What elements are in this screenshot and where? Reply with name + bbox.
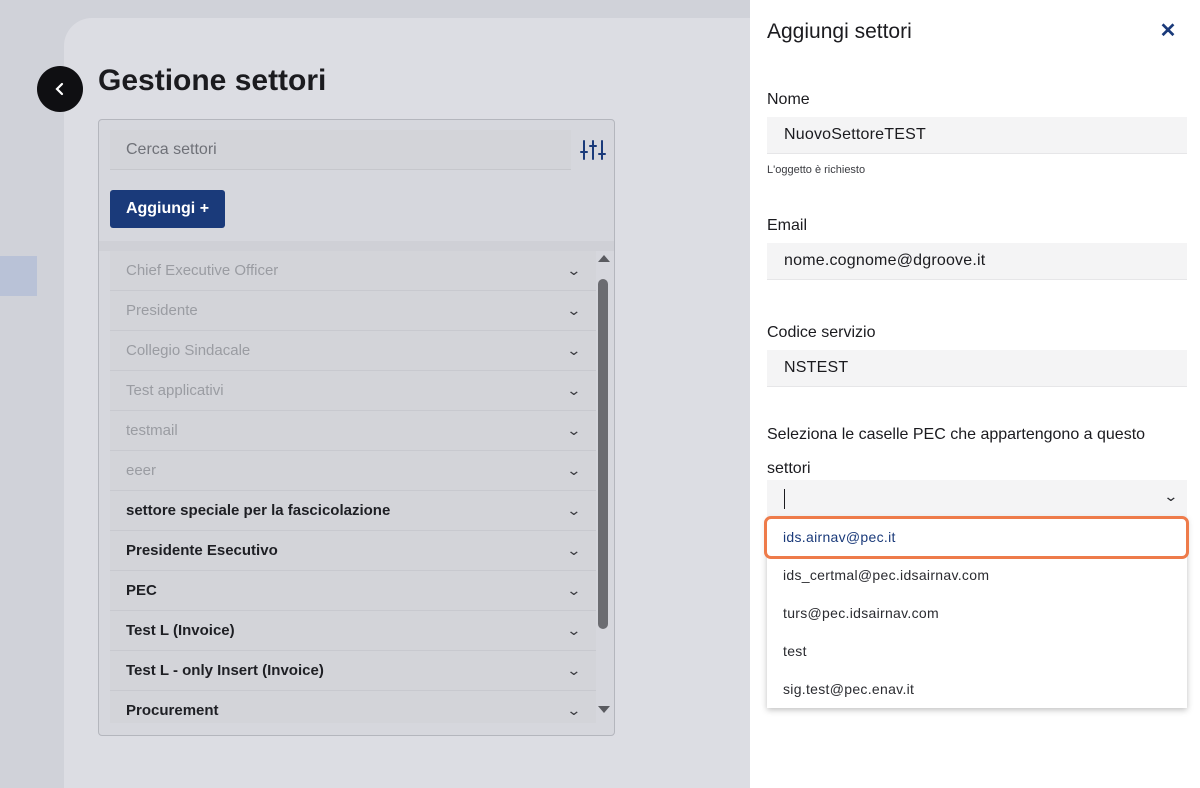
add-button[interactable]: Aggiungi + [110, 190, 225, 228]
page-title: Gestione settori [98, 64, 327, 97]
nome-field[interactable]: NuovoSettoreTEST [767, 117, 1187, 154]
list-item-label: Test L - only Insert (Invoice) [126, 662, 324, 679]
sectors-panel: Cerca settori Aggiungi + Chief Executive… [98, 119, 615, 736]
back-button[interactable] [37, 66, 83, 112]
codice-servizio-label: Codice servizio [767, 324, 876, 341]
pec-option[interactable]: turs@pec.idsairnav.com [767, 594, 1187, 632]
chevron-down-icon[interactable]: ⌄ [1164, 488, 1179, 505]
pec-option[interactable]: ids_certmal@pec.idsairnav.com [767, 556, 1187, 594]
pec-option[interactable]: sig.test@pec.enav.it [767, 670, 1187, 708]
chevron-down-icon[interactable]: ⌄ [567, 262, 582, 279]
chevron-down-icon[interactable]: ⌄ [567, 702, 582, 719]
highlighted-option-outline [764, 516, 1189, 559]
list-item[interactable]: Collegio Sindacale ⌄ [110, 331, 596, 371]
list-item[interactable]: Presidente Esecutivo ⌄ [110, 531, 596, 571]
list-item-label: Chief Executive Officer [126, 262, 279, 279]
list-item[interactable]: settore speciale per la fascicolazione ⌄ [110, 491, 596, 531]
list-item-label: Procurement [126, 702, 219, 719]
nome-label: Nome [767, 91, 810, 108]
chevron-down-icon[interactable]: ⌄ [567, 462, 582, 479]
scrollbar-thumb[interactable] [598, 279, 608, 629]
chevron-down-icon[interactable]: ⌄ [567, 422, 582, 439]
chevron-down-icon[interactable]: ⌄ [567, 382, 582, 399]
list-item-label: PEC [126, 582, 157, 599]
list-item-label: Presidente [126, 302, 198, 319]
list-item[interactable]: PEC ⌄ [110, 571, 596, 611]
list-item[interactable]: Test applicativi ⌄ [110, 371, 596, 411]
list-item-label: eeer [126, 462, 157, 479]
email-field[interactable]: nome.cognome@dgroove.it [767, 243, 1187, 280]
chevron-down-icon[interactable]: ⌄ [567, 622, 582, 639]
chevron-down-icon[interactable]: ⌄ [567, 542, 582, 559]
chevron-left-icon [55, 82, 64, 96]
list-header-strip [99, 241, 614, 251]
text-caret [784, 489, 785, 509]
list-item-label: Presidente Esecutivo [126, 542, 278, 559]
list-item-label: Test applicativi [126, 382, 224, 399]
chevron-down-icon[interactable]: ⌄ [567, 502, 582, 519]
list-item[interactable]: Presidente ⌄ [110, 291, 596, 331]
list-item-label: settore speciale per la fascicolazione [126, 502, 391, 519]
scroll-down-arrow-icon[interactable] [598, 706, 610, 713]
list-scrollbar[interactable] [596, 251, 610, 723]
pec-select-label: Seleziona le caselle PEC che appartengon… [767, 426, 1146, 477]
close-icon[interactable]: ✕ [1157, 20, 1179, 42]
email-label: Email [767, 217, 808, 234]
chevron-down-icon[interactable]: ⌄ [567, 342, 582, 359]
drawer-title: Aggiungi settori [767, 20, 912, 43]
chevron-down-icon[interactable]: ⌄ [567, 302, 582, 319]
chevron-down-icon[interactable]: ⌄ [567, 582, 582, 599]
add-button-label: Aggiungi + [125, 200, 210, 217]
chevron-down-icon[interactable]: ⌄ [567, 662, 582, 679]
list-item-label: Collegio Sindacale [126, 342, 251, 359]
sliders-icon[interactable] [580, 139, 606, 161]
search-input[interactable]: Cerca settori [110, 130, 571, 170]
list-item-label: testmail [126, 422, 178, 439]
scroll-up-arrow-icon[interactable] [598, 255, 610, 262]
codice-servizio-field[interactable]: NSTEST [767, 350, 1187, 387]
list-item[interactable]: Chief Executive Officer ⌄ [110, 251, 596, 291]
sidebar-active-stub [0, 256, 37, 296]
list-item[interactable]: Test L - only Insert (Invoice) ⌄ [110, 651, 596, 691]
sectors-list: Chief Executive Officer ⌄ Presidente ⌄ Colle… [110, 251, 596, 723]
add-sector-drawer: Aggiungi settori ✕ Nome NuovoSettoreTEST… [750, 0, 1200, 788]
pec-option[interactable]: test [767, 632, 1187, 670]
list-item[interactable]: eeer ⌄ [110, 451, 596, 491]
list-item[interactable]: Test L (Invoice) ⌄ [110, 611, 596, 651]
list-item-label: Test L (Invoice) [126, 622, 235, 639]
pec-select-input[interactable]: ⌄ [767, 480, 1187, 517]
list-item[interactable]: testmail ⌄ [110, 411, 596, 451]
nome-helper-text: L'oggetto è richiesto [767, 164, 866, 176]
list-item[interactable]: Procurement ⌄ [110, 691, 596, 723]
